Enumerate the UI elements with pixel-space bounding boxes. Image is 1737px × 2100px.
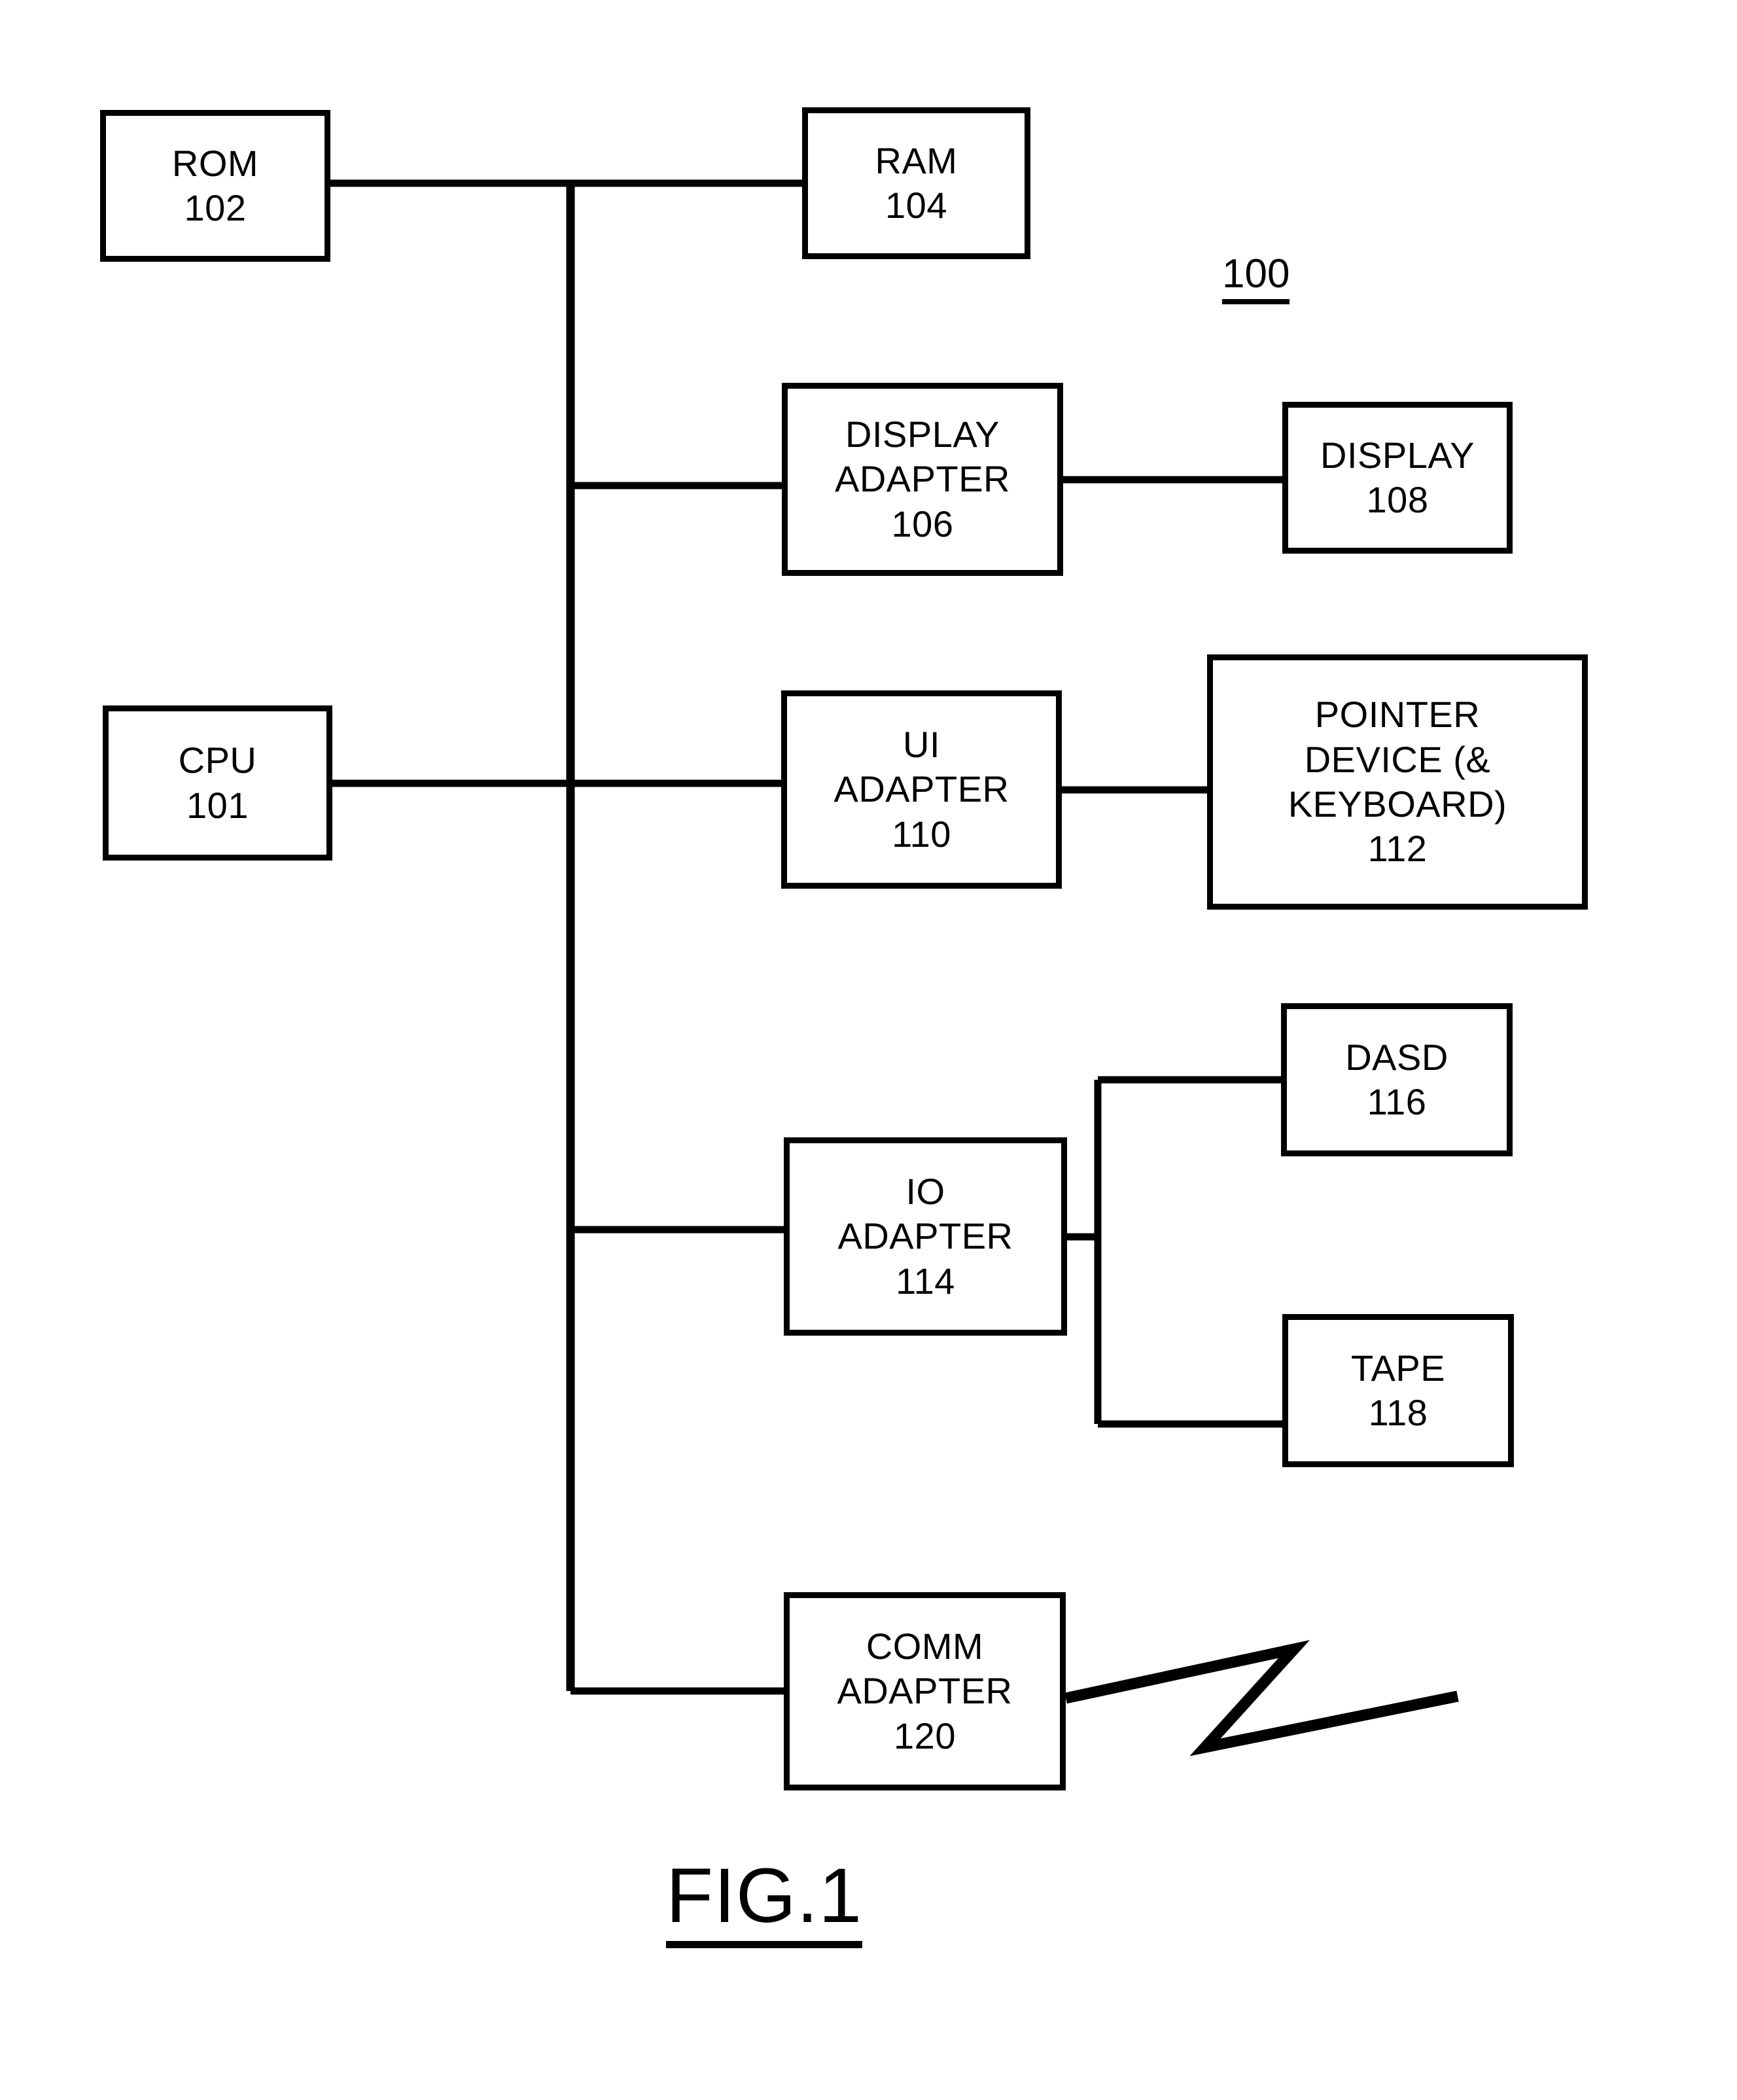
- node-ui-adapter-line: UI: [903, 724, 940, 766]
- node-io-adapter-line: ADAPTER: [837, 1215, 1013, 1257]
- node-dasd-line: DASD: [1345, 1036, 1448, 1078]
- node-ui-adapter-line: ADAPTER: [833, 768, 1009, 810]
- system-reference-label: 100: [1222, 254, 1290, 304]
- wireless-lightning-bolt: [1064, 1640, 1459, 1756]
- node-pointer-device-line: DEVICE (&: [1304, 738, 1491, 780]
- node-rom-line: 102: [184, 187, 247, 228]
- node-cpu-line: CPU: [178, 739, 257, 781]
- node-dasd: DASD 116: [1281, 1003, 1513, 1156]
- node-pointer-device: POINTER DEVICE (& KEYBOARD) 112: [1207, 654, 1588, 910]
- node-io-adapter-line: IO: [905, 1171, 945, 1213]
- node-display: DISPLAY 108: [1282, 402, 1513, 554]
- node-io-adapter-line: 114: [896, 1260, 955, 1302]
- node-dasd-line: 116: [1367, 1081, 1427, 1122]
- node-comm-adapter: COMM ADAPTER 120: [784, 1592, 1066, 1790]
- node-ui-adapter-line: 110: [892, 813, 951, 855]
- node-pointer-device-line: POINTER: [1314, 694, 1481, 736]
- node-ram-line: RAM: [875, 139, 958, 181]
- node-comm-adapter-line: ADAPTER: [837, 1670, 1013, 1712]
- node-tape: TAPE 118: [1282, 1314, 1514, 1467]
- node-display-line: DISPLAY: [1320, 434, 1475, 476]
- figure-caption: FIG.1: [666, 1857, 863, 1948]
- node-pointer-device-line: KEYBOARD): [1288, 783, 1507, 825]
- node-comm-adapter-line: COMM: [866, 1626, 984, 1667]
- node-comm-adapter-line: 120: [894, 1715, 956, 1756]
- node-io-adapter: IO ADAPTER 114: [784, 1137, 1067, 1336]
- node-display-adapter-line: DISPLAY: [845, 414, 1000, 455]
- node-display-adapter: DISPLAY ADAPTER 106: [782, 383, 1063, 576]
- node-ram: RAM 104: [802, 107, 1030, 259]
- node-ram-line: 104: [885, 185, 947, 226]
- node-cpu: CPU 101: [103, 705, 332, 861]
- node-cpu-line: 101: [186, 784, 249, 826]
- node-ui-adapter: UI ADAPTER 110: [781, 690, 1062, 889]
- node-display-adapter-line: 106: [891, 503, 954, 544]
- node-tape-line: TAPE: [1350, 1347, 1446, 1389]
- node-rom-line: ROM: [171, 142, 259, 184]
- node-display-adapter-line: ADAPTER: [835, 458, 1010, 500]
- node-display-line: 108: [1366, 479, 1429, 520]
- patent-figure-1: ROM 102 RAM 104 DISPLAY ADAPTER 106 DISPLAY 108 C…: [0, 0, 1737, 2100]
- node-tape-line: 118: [1368, 1392, 1428, 1433]
- node-pointer-device-line: 112: [1367, 828, 1428, 870]
- node-rom: ROM 102: [100, 110, 330, 262]
- wireless-lightning-bolt: [1064, 1640, 1459, 1756]
